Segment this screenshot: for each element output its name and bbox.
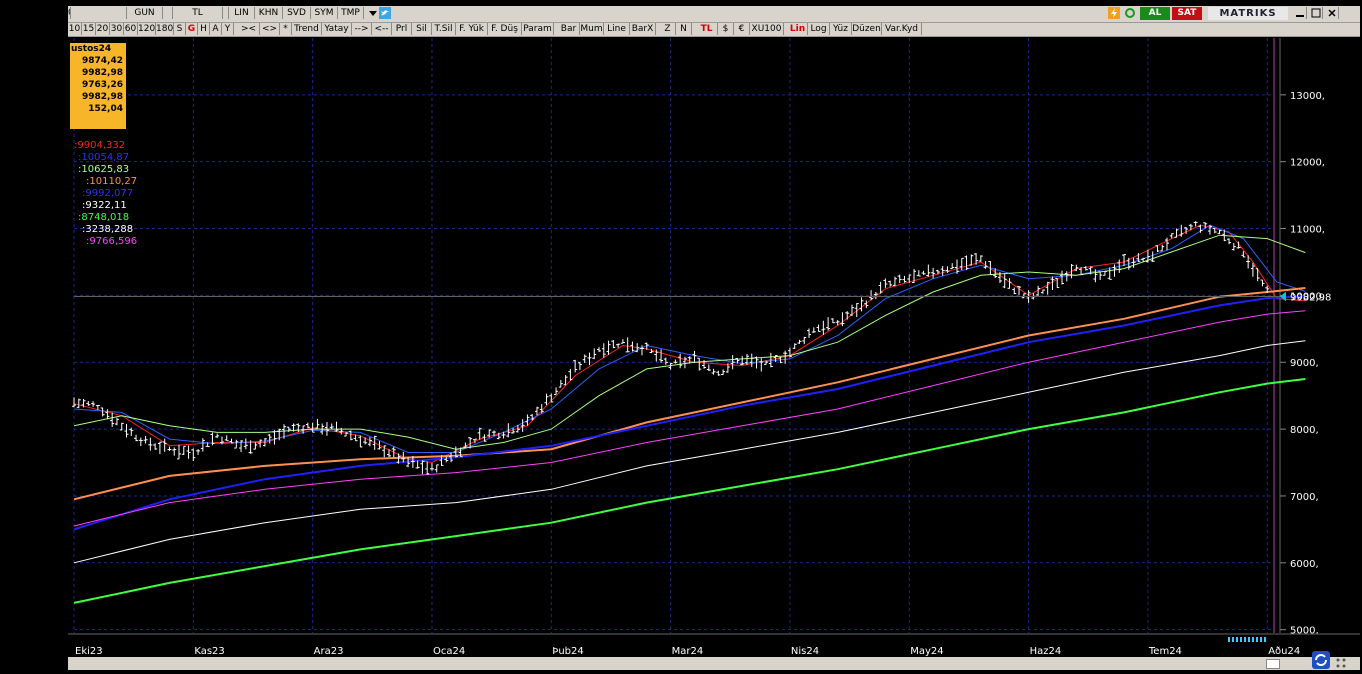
- legend-value-4: :9992,077: [82, 188, 134, 199]
- y-tick-label-2: 11000,: [1290, 225, 1325, 236]
- y-tick-label-7: 6000,: [1290, 559, 1319, 570]
- current-price-label: 9982,98: [1290, 293, 1331, 304]
- x-tick-label-1: Kas23: [194, 646, 224, 657]
- legend-value-3: :10110,27: [86, 176, 138, 187]
- legend-value-1: :10054,87: [78, 152, 130, 163]
- y-tick-label-0: 13000,: [1290, 91, 1325, 102]
- series-line-0: [73, 224, 1306, 464]
- bar-marker-2: [1236, 637, 1238, 642]
- bar-marker-4: [1244, 637, 1246, 642]
- scroll-thumb[interactable]: [1266, 659, 1280, 669]
- x-tick-label-2: Ara23: [314, 646, 344, 657]
- series-line-5: [73, 310, 1306, 527]
- scroll-bar[interactable]: [68, 651, 1360, 670]
- x-tick-label-7: May24: [910, 646, 943, 657]
- bar-marker-9: [1264, 637, 1266, 642]
- x-tick-label-8: Haz24: [1030, 646, 1062, 657]
- y-tick-label-6: 7000,: [1290, 492, 1319, 503]
- bar-marker-8: [1260, 637, 1262, 642]
- x-tick-label-0: Eki23: [75, 646, 103, 657]
- legend-value-8: :9766,596: [86, 236, 138, 247]
- grip-icon[interactable]: [1334, 655, 1348, 669]
- price-chart[interactable]: 13000,12000,11000,10000,9000,8000,7000,6…: [68, 6, 1360, 672]
- sync-icon[interactable]: [1312, 651, 1330, 669]
- info-high: 9982,98: [82, 68, 123, 78]
- y-tick-label-5: 8000,: [1290, 425, 1319, 436]
- bar-marker-7: [1256, 637, 1258, 642]
- bar-marker-5: [1248, 637, 1250, 642]
- info-date: ustos24: [71, 44, 112, 54]
- x-tick-label-9: Tem24: [1148, 646, 1182, 657]
- ohlc-info-box: ustos24 9874,42 9982,98 9763,26 9982,98 …: [70, 43, 126, 129]
- legend-value-0: :9904,332: [74, 140, 126, 151]
- info-close: 9982,98: [82, 92, 123, 102]
- info-low: 9763,26: [82, 80, 123, 90]
- x-tick-label-5: Mar24: [672, 646, 704, 657]
- legend-value-2: :10625,83: [78, 164, 130, 175]
- bar-marker-3: [1240, 637, 1242, 642]
- info-volume: 152,04: [88, 104, 123, 114]
- bar-marker-6: [1252, 637, 1254, 642]
- series-line-3: [73, 287, 1306, 501]
- legend-value-7: :3238,288: [82, 224, 134, 235]
- x-tick-label-10: Aðu24: [1268, 646, 1300, 657]
- bar-marker-0: [1228, 637, 1230, 642]
- x-tick-label-3: Oca24: [433, 646, 465, 657]
- current-price-arrow: [1280, 291, 1286, 302]
- legend-value-6: :8748,018: [78, 212, 130, 223]
- series-line-1: [73, 224, 1306, 453]
- x-tick-label-4: Þub24: [552, 646, 583, 657]
- chart-window: 00GUNTLLINKHNSVDSYMTMP AL SAT MATRIKS 10…: [68, 6, 1360, 672]
- series-line-6: [73, 340, 1306, 564]
- info-open: 9874,42: [82, 56, 123, 66]
- legend-value-5: :9322,11: [82, 200, 127, 211]
- x-tick-label-6: Nis24: [791, 646, 819, 657]
- y-tick-label-4: 9000,: [1290, 358, 1319, 369]
- y-tick-label-1: 12000,: [1290, 158, 1325, 169]
- bar-marker-1: [1232, 637, 1234, 642]
- y-tick-label-8: 5000,: [1290, 626, 1319, 637]
